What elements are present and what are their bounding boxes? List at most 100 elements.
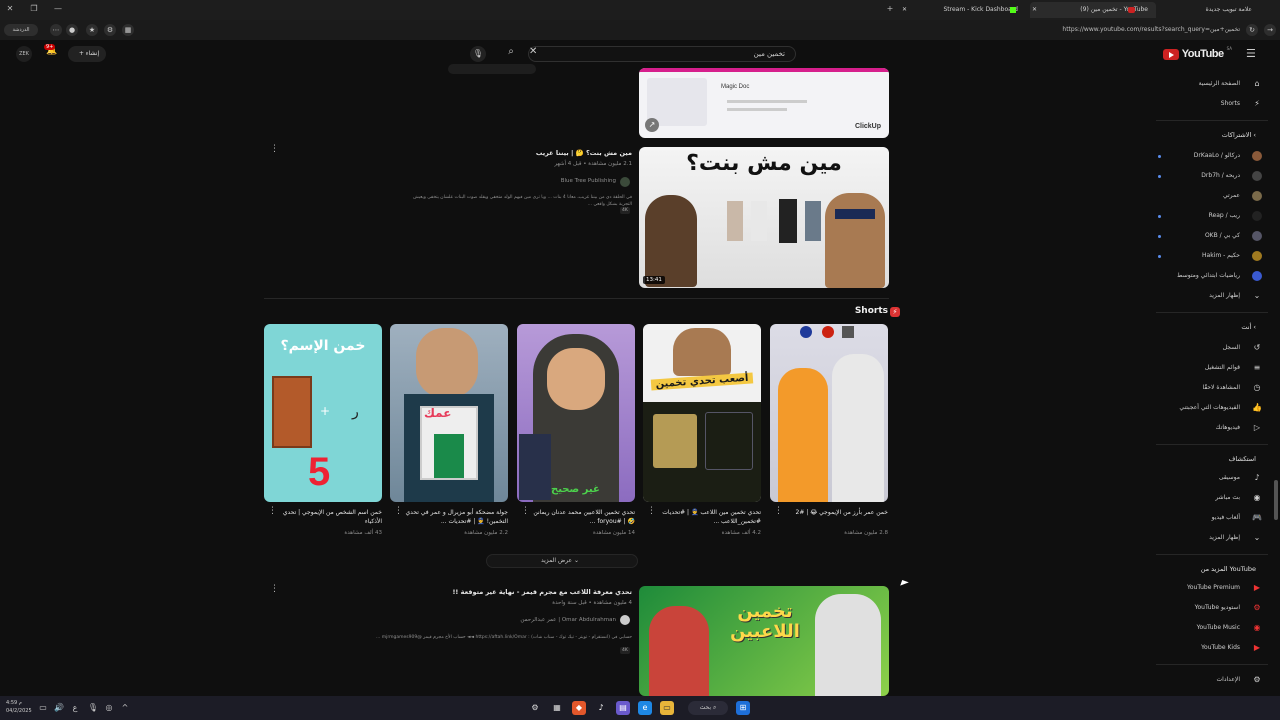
tab-new-tab[interactable]: علامة تبويب جديدة — [1160, 2, 1260, 18]
more-actions-icon[interactable]: ⋮ — [774, 506, 783, 516]
create-button[interactable]: + إنشاء — [68, 46, 106, 62]
external-link-icon[interactable]: ↗ — [645, 118, 659, 132]
channel-name[interactable]: Omar Abdulrahman | عمر عبدالرحمن — [400, 617, 616, 623]
url-field[interactable]: https://www.youtube.com/results?search_q… — [720, 24, 1240, 36]
account-icon[interactable]: ● — [66, 24, 78, 36]
tiktok-icon[interactable]: ♪ — [594, 701, 608, 715]
mic-icon[interactable]: 🎙 — [470, 46, 486, 62]
short-thumbnail[interactable] — [770, 324, 888, 502]
favorites-icon[interactable]: ★ — [86, 24, 98, 36]
close-tab-icon[interactable]: ✕ — [1032, 2, 1037, 18]
profile-chip[interactable]: الدردشة — [4, 24, 38, 36]
tab-youtube[interactable]: ✕ YouTube - تخمين مين (9) — [1030, 2, 1156, 18]
close-window-icon[interactable]: ✕ — [4, 3, 16, 15]
sidebar-item-your-videos[interactable]: ▷ فيديوهاتك — [1152, 420, 1262, 436]
sidebar-item-subscription[interactable]: OKB / كي بي — [1152, 228, 1262, 244]
short-title[interactable]: جولة مضحكة أبو مزيرال و عمر في تحدي التخ… — [398, 508, 508, 526]
extensions-icon[interactable]: ⚙ — [104, 24, 116, 36]
sidebar-item-shorts[interactable]: ⚡ Shorts — [1152, 96, 1262, 112]
sidebar-item-liked[interactable]: 👍 الفيديوهات التي أعجبتني — [1152, 400, 1262, 416]
tray-overflow-icon[interactable]: ^ — [118, 701, 132, 715]
more-actions-icon[interactable]: ⋮ — [394, 506, 403, 516]
short-thumbnail[interactable]: غير صحيح — [517, 324, 635, 502]
sidebar-item-subscription[interactable]: عمرتي — [1152, 188, 1262, 204]
tab-kick-dashboard[interactable]: ✕ Stream - Kick Dashboard — [900, 2, 1026, 18]
youtube-logo[interactable]: YouTube SA — [1162, 46, 1232, 62]
channel-avatar[interactable] — [620, 177, 630, 187]
sidebar-item-subscription[interactable]: Hakim - حكيم — [1152, 248, 1262, 264]
sidebar-show-more-subs[interactable]: ⌄ إظهار المزيد — [1152, 288, 1262, 304]
short-title[interactable]: تحدي تخمين اللاعبين محمد عدنان ريمانن 🤣 … — [525, 508, 635, 526]
settings-app-icon[interactable]: ⚙ — [528, 701, 542, 715]
menu-icon[interactable]: ☰ — [1246, 47, 1258, 60]
sidebar: ⌂ الصفحة الرئيسية ⚡ Shorts الاشتراكات ‹ … — [1156, 68, 1280, 696]
sidebar-item-subscription[interactable]: Drb7h / دربحه — [1152, 168, 1262, 184]
sidebar-item-settings[interactable]: ⚙ الإعدادات — [1152, 672, 1262, 688]
sidebar-item-watch-later[interactable]: ◷ المشاهدة لاحقًا — [1152, 380, 1262, 396]
video-thumbnail[interactable]: مين مش بنت؟ 13:41 — [639, 147, 889, 288]
more-actions-icon[interactable]: ⋮ — [647, 506, 656, 516]
menu-dots-icon[interactable]: ⋯ — [50, 24, 62, 36]
sidebar-item-studio[interactable]: ⚙ YouTube استوديو — [1152, 600, 1262, 616]
taskbar-search[interactable]: بحث ⌕ — [688, 701, 728, 715]
short-title[interactable]: تحدي تخمين مين اللاعب 👮 | #تحديات #تخمين… — [651, 508, 761, 526]
channel-avatar[interactable] — [620, 615, 630, 625]
taskbar-clock[interactable]: 4:59 م 04/2/2025 — [6, 699, 32, 715]
sidebar-item-music-app[interactable]: ◉ YouTube Music — [1152, 620, 1262, 636]
sidebar-item-premium[interactable]: ▶ YouTube Premium — [1152, 580, 1262, 596]
file-explorer-icon[interactable]: ▭ — [660, 701, 674, 715]
notifications-button[interactable]: 🔔 9+ — [44, 44, 60, 62]
more-actions-icon[interactable]: ⋮ — [270, 144, 279, 154]
sidebar-item-playlists[interactable]: ≡ قوائم التشغيل — [1152, 360, 1262, 376]
brave-browser-icon[interactable]: ◆ — [572, 701, 586, 715]
minimize-window-icon[interactable]: — — [52, 3, 64, 15]
restore-window-icon[interactable]: ❐ — [28, 3, 40, 15]
search-icon[interactable]: ⌕ — [503, 46, 519, 62]
sidebar-item-subscription[interactable]: رياضيات ابتدائي ومتوسط — [1152, 268, 1262, 284]
page-scrollbar[interactable] — [1274, 480, 1278, 520]
video-title[interactable]: تحدي معرفة اللاعب مع مجرم قيمز - نهاية غ… — [400, 588, 632, 596]
edge-browser-icon[interactable]: e — [638, 701, 652, 715]
short-thumbnail[interactable]: خمن الإسم؟ + ر 5 — [264, 324, 382, 502]
sidebar-subscriptions-header[interactable]: الاشتراكات ‹ — [1222, 128, 1256, 142]
windows-start-icon[interactable]: ⊞ — [736, 701, 750, 715]
more-actions-icon[interactable]: ⋮ — [268, 506, 277, 516]
video-thumbnail[interactable]: تخمين اللاعبين — [639, 586, 889, 696]
show-more-button[interactable]: عرض المزيد ⌄ — [486, 554, 638, 568]
ad-cta-button[interactable] — [448, 64, 536, 74]
sidebar-item-show-more[interactable]: ⌄ إظهار المزيد — [1152, 530, 1262, 546]
short-thumbnail[interactable]: عمك — [390, 324, 508, 502]
short-thumbnail[interactable]: أصعب تحدي تخمين — [643, 324, 761, 502]
close-tab-icon[interactable]: ✕ — [902, 2, 907, 18]
channel-name[interactable]: Blue Tree Publishing — [400, 178, 616, 184]
search-input[interactable]: تخمين مين — [528, 46, 796, 62]
refresh-icon[interactable]: ↻ — [1246, 24, 1258, 36]
network-icon[interactable]: ◎ — [102, 701, 116, 715]
language-icon[interactable]: ع — [68, 701, 82, 715]
sidebar-you-header[interactable]: أنت ‹ — [1241, 320, 1256, 334]
sidebar-item-home[interactable]: ⌂ الصفحة الرئيسية — [1152, 76, 1262, 92]
more-actions-icon[interactable]: ⋮ — [270, 584, 279, 594]
sidebar-item-gaming[interactable]: 🎮 ألعاب فيديو — [1152, 510, 1262, 526]
notifications-tray-icon[interactable]: ▭ — [36, 701, 50, 715]
sidebar-item-history[interactable]: ↺ السجل — [1152, 340, 1262, 356]
mic-tray-icon[interactable]: 🎙 — [86, 701, 100, 715]
ad-thumbnail[interactable]: Magic Doc ClickUp ↗ — [639, 68, 889, 138]
calculator-app-icon[interactable]: ▦ — [550, 701, 564, 715]
collections-icon[interactable]: ▦ — [122, 24, 134, 36]
sidebar-item-kids[interactable]: ▶ YouTube Kids — [1152, 640, 1262, 656]
more-actions-icon[interactable]: ⋮ — [521, 506, 530, 516]
sidebar-item-subscription[interactable]: Reap / ريب — [1152, 208, 1262, 224]
video-title[interactable]: مين مش بنت؟ 🤔 | بيننا غريب — [400, 149, 632, 157]
short-title[interactable]: خمن اسم الشخص من الإيموجي | تحدي الأذكيا… — [272, 508, 382, 526]
sidebar-item-subscription[interactable]: DrKaaLo / دركالو — [1152, 148, 1262, 164]
short-title[interactable]: خمن عمر بأرز من الإيموجي 😂 | #2 — [778, 508, 888, 517]
calendar-app-icon[interactable]: ▤ — [616, 701, 630, 715]
sidebar-item-live[interactable]: ◉ بث مباشر — [1152, 490, 1262, 506]
back-icon[interactable]: → — [1264, 24, 1276, 36]
clear-search-icon[interactable]: ✕ — [529, 46, 537, 57]
avatar[interactable]: ZEK — [16, 46, 32, 62]
volume-icon[interactable]: 🔊 — [52, 701, 66, 715]
sidebar-item-music[interactable]: ♪ موسيقى — [1152, 470, 1262, 486]
new-tab-icon[interactable]: + — [884, 3, 896, 15]
